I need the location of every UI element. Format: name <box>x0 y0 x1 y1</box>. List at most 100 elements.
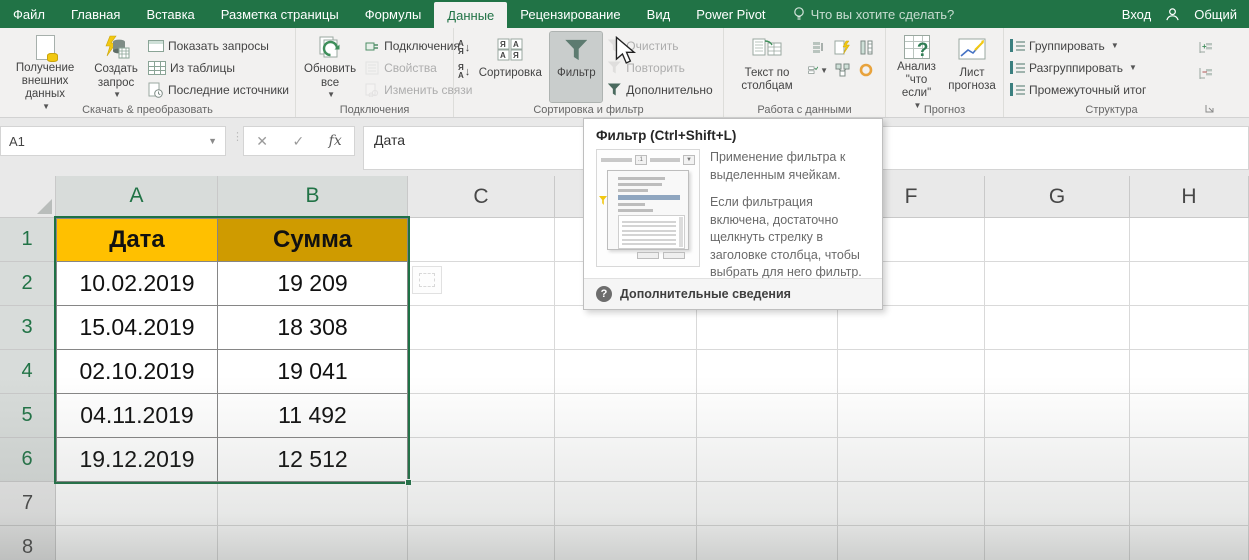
cell-H4[interactable] <box>1130 350 1249 394</box>
tab-power-pivot[interactable]: Power Pivot <box>683 0 778 28</box>
cell-B7[interactable] <box>218 482 408 526</box>
name-box-dropdown-icon[interactable]: ▼ <box>208 136 217 146</box>
sort-descending-button[interactable]: ЯА↓ <box>458 64 470 80</box>
cell-H6[interactable] <box>1130 438 1249 482</box>
cell-D6[interactable] <box>555 438 697 482</box>
enter-icon[interactable]: ✓ <box>292 133 304 150</box>
cell-H7[interactable] <box>1130 482 1249 526</box>
sort-button[interactable]: ЯА АЯ Сортировка <box>472 32 548 102</box>
cell-D3[interactable] <box>555 306 697 350</box>
tab-file[interactable]: Файл <box>0 0 58 28</box>
cell-A6[interactable]: 19.12.2019 <box>56 438 218 482</box>
cell-H2[interactable] <box>1130 262 1249 306</box>
tab-page-layout[interactable]: Разметка страницы <box>208 0 352 28</box>
cell-G4[interactable] <box>985 350 1130 394</box>
outline-dialog-launcher-icon[interactable] <box>1205 104 1215 114</box>
text-to-columns-button[interactable]: Текст по столбцам <box>728 32 806 102</box>
hide-detail-rows-button[interactable]: − <box>1195 64 1215 82</box>
cell-A5[interactable]: 04.11.2019 <box>56 394 218 438</box>
consolidate-button[interactable] <box>832 61 852 79</box>
cell-H5[interactable] <box>1130 394 1249 438</box>
column-header-G[interactable]: G <box>985 176 1130 218</box>
cell-G5[interactable] <box>985 394 1130 438</box>
cell-G2[interactable] <box>985 262 1130 306</box>
cell-D7[interactable] <box>555 482 697 526</box>
insert-function-icon[interactable]: fx <box>329 133 342 149</box>
cell-F5[interactable] <box>838 394 985 438</box>
sort-ascending-button[interactable]: АЯ↓ <box>458 40 470 56</box>
cell-C6[interactable] <box>408 438 555 482</box>
cell-E4[interactable] <box>697 350 838 394</box>
cell-B3[interactable]: 18 308 <box>218 306 408 350</box>
cell-B5[interactable]: 11 492 <box>218 394 408 438</box>
cell-A2[interactable]: 10.02.2019 <box>56 262 218 306</box>
show-queries-button[interactable]: Показать запросы <box>146 36 291 55</box>
cell-E8[interactable] <box>697 526 838 560</box>
fill-handle[interactable] <box>405 479 412 486</box>
tab-formulas[interactable]: Формулы <box>352 0 435 28</box>
new-query-button[interactable]: Создать запрос▼ <box>88 32 144 102</box>
row-header-7[interactable]: 7 <box>0 482 56 526</box>
recent-sources-button[interactable]: Последние источники <box>146 80 291 99</box>
cell-B6[interactable]: 12 512 <box>218 438 408 482</box>
cell-E3[interactable] <box>697 306 838 350</box>
flash-fill-button[interactable] <box>832 38 852 56</box>
group-button[interactable]: Группировать ▼ <box>1008 36 1148 55</box>
cell-D8[interactable] <box>555 526 697 560</box>
cell-C1[interactable] <box>408 218 555 262</box>
tab-insert[interactable]: Вставка <box>133 0 207 28</box>
tab-home[interactable]: Главная <box>58 0 133 28</box>
cell-E6[interactable] <box>697 438 838 482</box>
row-header-3[interactable]: 3 <box>0 306 56 350</box>
column-header-H[interactable]: H <box>1130 176 1249 218</box>
cell-G1[interactable] <box>985 218 1130 262</box>
name-box[interactable]: A1 ▼ <box>0 126 226 156</box>
remove-duplicates-button[interactable] <box>856 38 876 56</box>
cell-A8[interactable] <box>56 526 218 560</box>
cell-C8[interactable] <box>408 526 555 560</box>
cell-D4[interactable] <box>555 350 697 394</box>
cell-A7[interactable] <box>56 482 218 526</box>
cell-C4[interactable] <box>408 350 555 394</box>
reapply-filter-button[interactable]: Повторить <box>604 58 714 77</box>
cell-H3[interactable] <box>1130 306 1249 350</box>
cancel-icon[interactable]: ✕ <box>256 133 268 150</box>
subtotal-button[interactable]: Промежуточный итог <box>1008 80 1148 99</box>
column-header-C[interactable]: C <box>408 176 555 218</box>
tooltip-footer[interactable]: ? Дополнительные сведения <box>584 278 882 309</box>
tab-review[interactable]: Рецензирование <box>507 0 633 28</box>
cell-C7[interactable] <box>408 482 555 526</box>
tab-data[interactable]: Данные <box>434 2 507 28</box>
cell-C5[interactable] <box>408 394 555 438</box>
cell-F7[interactable] <box>838 482 985 526</box>
cell-F6[interactable] <box>838 438 985 482</box>
cell-F3[interactable] <box>838 306 985 350</box>
column-header-B[interactable]: B <box>218 176 408 218</box>
cell-B8[interactable] <box>218 526 408 560</box>
cell-E7[interactable] <box>697 482 838 526</box>
from-table-button[interactable]: Из таблицы <box>146 58 291 77</box>
cell-A3[interactable]: 15.04.2019 <box>56 306 218 350</box>
row-header-5[interactable]: 5 <box>0 394 56 438</box>
cell-A1[interactable]: Дата <box>56 218 218 262</box>
sign-in-link[interactable]: Вход <box>1122 7 1151 22</box>
row-header-6[interactable]: 6 <box>0 438 56 482</box>
row-header-2[interactable]: 2 <box>0 262 56 306</box>
row-header-1[interactable]: 1 <box>0 218 56 262</box>
show-detail-button[interactable] <box>808 38 828 56</box>
cell-H1[interactable] <box>1130 218 1249 262</box>
cell-G7[interactable] <box>985 482 1130 526</box>
cell-H8[interactable] <box>1130 526 1249 560</box>
column-header-A[interactable]: A <box>56 176 218 218</box>
cell-D5[interactable] <box>555 394 697 438</box>
cell-F8[interactable] <box>838 526 985 560</box>
quick-analysis-button[interactable] <box>412 266 442 294</box>
advanced-filter-button[interactable]: Дополнительно <box>604 80 714 99</box>
cell-E5[interactable] <box>697 394 838 438</box>
select-all-corner[interactable] <box>0 176 56 218</box>
cell-B4[interactable]: 19 041 <box>218 350 408 394</box>
tell-me-search[interactable]: Что вы хотите сделать? <box>793 0 955 28</box>
cell-G6[interactable] <box>985 438 1130 482</box>
cell-B2[interactable]: 19 209 <box>218 262 408 306</box>
get-external-data-button[interactable]: Получение внешних данных▼ <box>4 32 86 102</box>
